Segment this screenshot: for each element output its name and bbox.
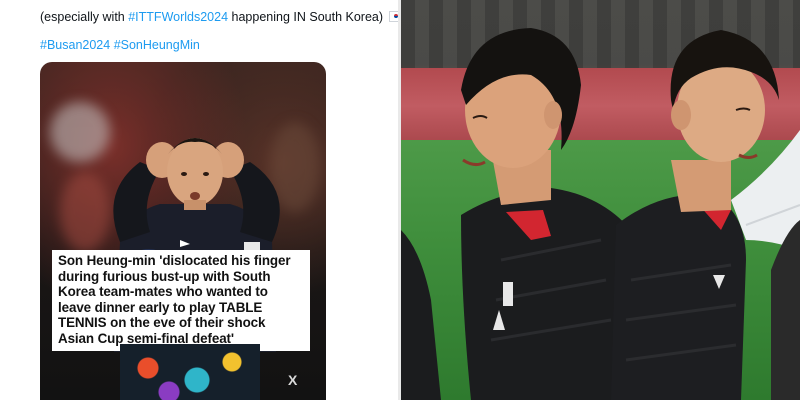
x-logo-watermark: X <box>288 372 298 388</box>
hashtag-line: #Busan2024 #SonHeungMin <box>40 36 200 54</box>
headline-caption-box: Son Heung-min 'dislocated his finger dur… <box>52 250 310 351</box>
hashtag-busan2024[interactable]: #Busan2024 <box>40 38 110 52</box>
tweet-text-suffix: happening IN South Korea) <box>228 10 387 24</box>
hashtag-ittfworlds2024[interactable]: #ITTFWorlds2024 <box>128 10 228 24</box>
tweet-text-prefix: (especially with <box>40 10 129 24</box>
players-illustration <box>401 28 800 400</box>
tweet-body-line: (especially with #ITTFWorlds2024 happeni… <box>40 8 400 26</box>
tweet-panel: (especially with #ITTFWorlds2024 happeni… <box>0 0 400 400</box>
partial-player-left <box>401 230 441 400</box>
screenshot-root: (especially with #ITTFWorlds2024 happeni… <box>0 0 800 400</box>
training-photo[interactable] <box>401 0 800 400</box>
tweet-media-image[interactable]: Son Heung-min 'dislocated his finger dur… <box>40 62 326 400</box>
headline-text: Son Heung-min 'dislocated his finger dur… <box>58 253 291 346</box>
jersey-pattern <box>120 344 260 400</box>
hashtag-sonheungmin[interactable]: #SonHeungMin <box>114 38 200 52</box>
